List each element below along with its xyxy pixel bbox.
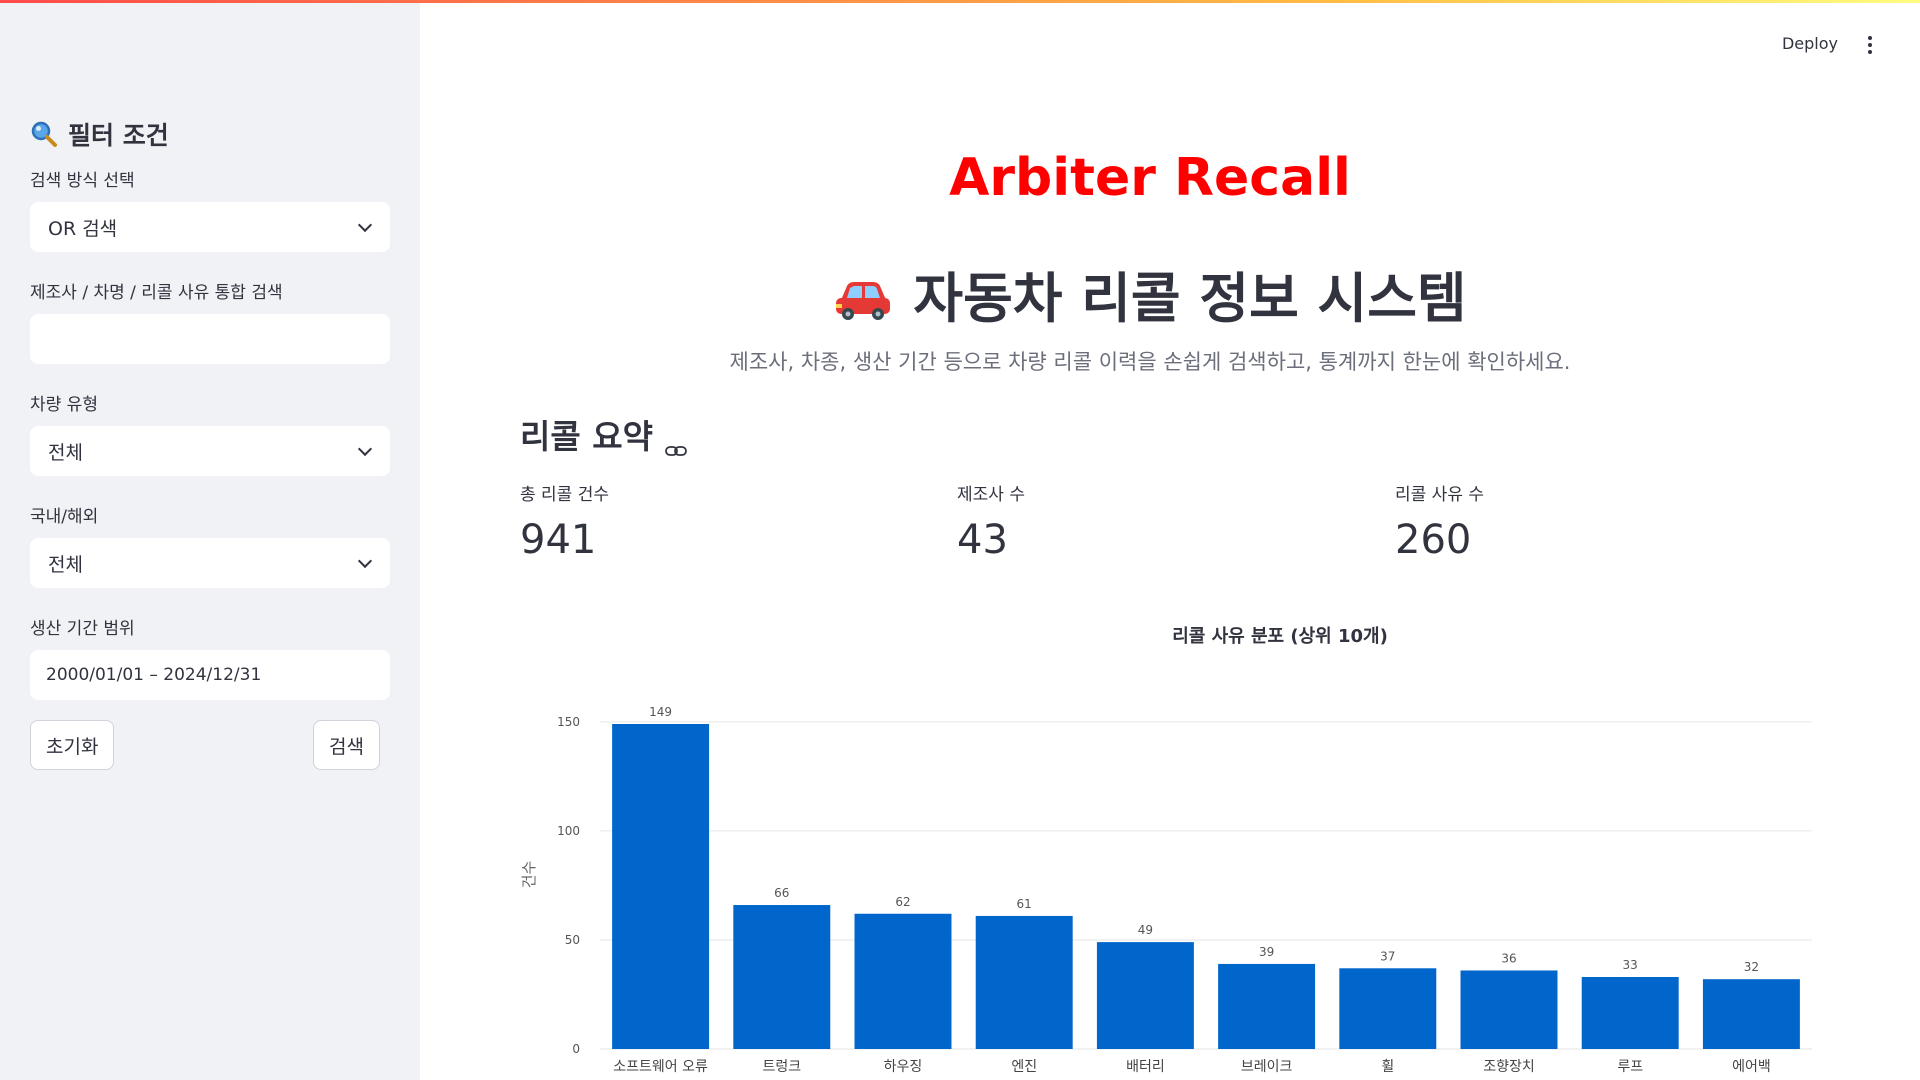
page-title-text: 자동차 리콜 정보 시스템 [913,267,1467,330]
bar-value-label: 61 [1017,897,1032,911]
search-button[interactable]: 검색 [313,720,380,770]
bar [733,905,831,1049]
chart-title: 리콜 사유 분포 (상위 10개) [1172,626,1388,647]
production-period-label: 생산 기간 범위 [30,619,135,639]
brand-title: Arbiter Recall [949,148,1351,208]
bar-value-label: 49 [1138,923,1153,937]
metric-manufacturers: 제조사 수 43 [957,480,1025,563]
bar-value-label: 39 [1259,945,1274,959]
top-decoration [0,0,1920,3]
bar [975,915,1073,1049]
sidebar-title: 필터 조건 [30,116,390,152]
bar [1702,979,1800,1049]
domestic-foreign-value: 전체 [48,553,83,576]
metric-label: 총 리콜 건수 [520,485,610,505]
bar-value-label: 37 [1380,949,1395,963]
metric-value: 43 [957,517,1008,563]
bar [1218,963,1316,1049]
y-tick-label: 100 [557,824,580,838]
metric-label: 리콜 사유 수 [1395,485,1485,505]
metric-recall-reasons: 리콜 사유 수 260 [1395,480,1484,563]
bar-value-label: 66 [774,886,789,900]
y-tick-label: 0 [572,1042,580,1056]
x-tick-label: 소프트웨어 오류 [613,1059,708,1075]
y-tick-label: 150 [557,715,580,729]
sidebar-title-text: 필터 조건 [68,121,169,150]
chevron-down-icon [358,220,372,234]
link-icon[interactable] [665,427,687,456]
search-mode-value: OR 검색 [48,217,118,240]
magnifier-icon [30,120,58,148]
bar-value-label: 32 [1744,960,1759,974]
integrated-search-label: 제조사 / 차명 / 리콜 사유 통합 검색 [30,283,283,303]
bar [854,913,952,1049]
chevron-down-icon [358,556,372,570]
car-icon [833,272,893,320]
x-tick-label: 하우징 [884,1059,923,1075]
search-mode-select[interactable]: OR 검색 [30,202,390,252]
x-tick-label: 트렁크 [762,1059,801,1075]
vehicle-type-label: 차량 유형 [30,395,98,415]
bar [1581,977,1679,1049]
deploy-button[interactable]: Deploy [1782,34,1838,53]
vehicle-type-select[interactable]: 전체 [30,426,390,476]
bar-value-label: 62 [895,895,910,909]
x-tick-label: 엔진 [1011,1059,1037,1075]
search-mode-label: 검색 방식 선택 [30,171,135,191]
bar-value-label: 36 [1501,951,1516,965]
production-period-input[interactable]: 2000/01/01 – 2024/12/31 [30,650,390,700]
bar [1096,942,1194,1049]
x-tick-label: 브레이크 [1241,1059,1293,1075]
x-tick-label: 배터리 [1126,1059,1165,1075]
production-period-value: 2000/01/01 – 2024/12/31 [46,665,262,685]
domestic-foreign-label: 국내/해외 [30,507,99,527]
bar-value-label: 149 [649,705,672,719]
vehicle-type-value: 전체 [48,441,83,464]
x-tick-label: 조향장치 [1483,1059,1535,1075]
summary-heading: 리콜 요약 [520,410,687,458]
bar [1460,970,1558,1049]
metric-label: 제조사 수 [957,485,1025,505]
sidebar: 필터 조건 검색 방식 선택 OR 검색 제조사 / 차명 / 리콜 사유 통합… [0,0,420,1080]
x-tick-label: 루프 [1617,1059,1643,1075]
y-axis-label: 건수 [520,861,538,889]
metric-value: 941 [520,517,597,563]
x-tick-label: 에어백 [1732,1059,1771,1075]
integrated-search-input[interactable] [30,314,390,364]
more-menu-icon[interactable] [1868,36,1874,56]
reset-button[interactable]: 초기화 [30,720,115,770]
bar [1339,968,1437,1049]
x-tick-label: 휠 [1381,1059,1394,1075]
summary-heading-text: 리콜 요약 [520,417,653,456]
chevron-down-icon [358,444,372,458]
recall-reason-bar-chart: 리콜 사유 분포 (상위 10개) 0 50 100 150 건수 149 소프트웨어 오류 6… [520,626,1812,1075]
y-tick-label: 50 [565,933,580,947]
metric-total-recalls: 총 리콜 건수 941 [520,480,609,563]
page-subtitle: 제조사, 차종, 생산 기간 등으로 차량 리콜 이력을 손쉽게 검색하고, 통… [729,350,1571,374]
metric-value: 260 [1395,517,1472,563]
bar [612,723,710,1049]
page-title: 자동차 리콜 정보 시스템 [420,254,1880,333]
bar-value-label: 33 [1623,958,1638,972]
domestic-foreign-select[interactable]: 전체 [30,538,390,588]
